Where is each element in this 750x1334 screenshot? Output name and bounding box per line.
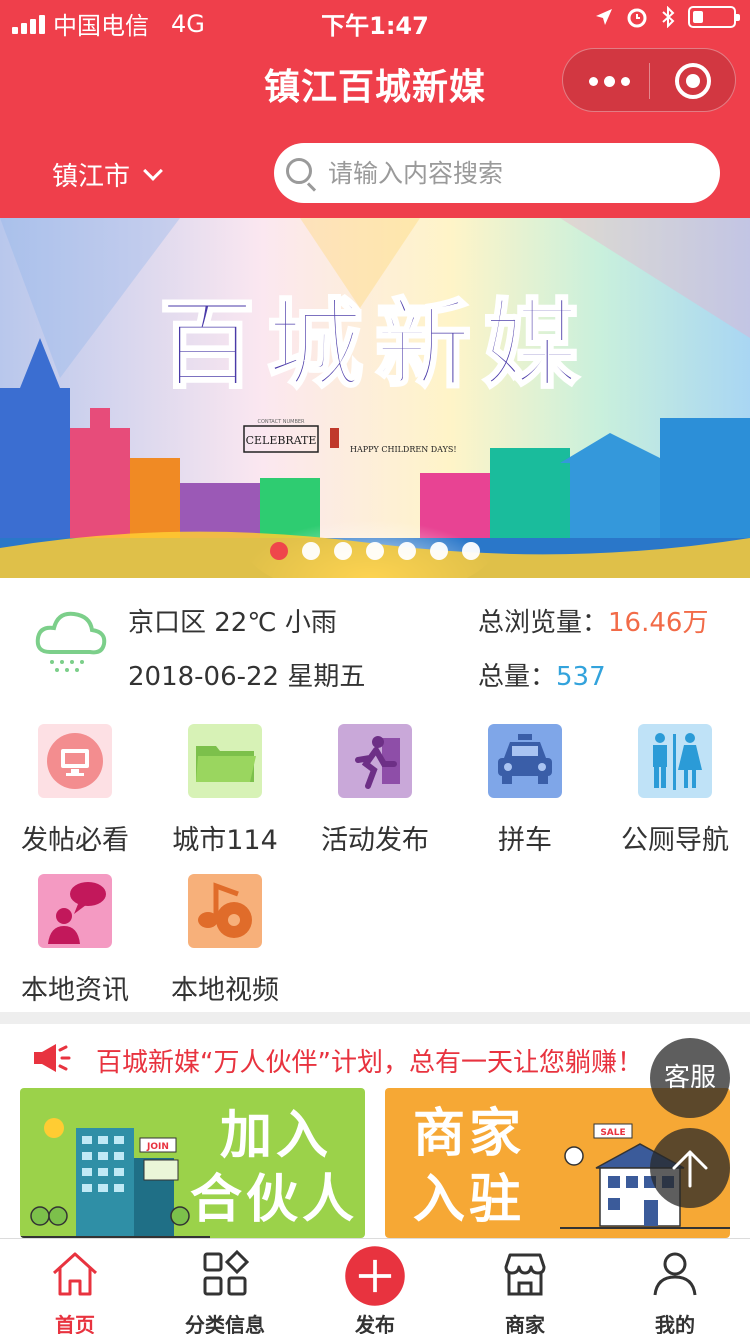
category-label: 本地视频 bbox=[171, 975, 279, 1006]
tab-label: 分类信息 bbox=[185, 1313, 265, 1334]
join-line2: 合伙人 bbox=[190, 1170, 359, 1230]
notice-text: 百城新媒“万人伙伴”计划，总有一天让您躺赚！ bbox=[96, 1048, 643, 1078]
tab-label: 我的 bbox=[655, 1313, 695, 1334]
chevron-down-icon bbox=[143, 160, 163, 181]
merchant-line1: 商家 bbox=[413, 1104, 526, 1164]
arrow-up-icon bbox=[672, 1150, 708, 1188]
runner-icon bbox=[338, 724, 412, 798]
sale-tag: SALE bbox=[600, 1128, 625, 1138]
music-icon bbox=[188, 874, 262, 948]
banner-carousel[interactable]: 百城新媒 CELEBRATE CONTACT NUMBER HAPPY CHIL… bbox=[0, 218, 750, 578]
back-to-top-button[interactable] bbox=[650, 1128, 730, 1208]
carousel-dot[interactable] bbox=[462, 542, 480, 560]
views-stat: 总浏览量：16.46万 bbox=[478, 602, 708, 639]
weather-text: 京口区 22℃ 小雨 bbox=[128, 608, 337, 638]
banner-tag: CELEBRATE bbox=[246, 434, 317, 447]
user-icon bbox=[653, 1252, 697, 1296]
tab-label: 首页 bbox=[55, 1313, 95, 1334]
tab-merchants[interactable]: 商家 bbox=[450, 1239, 600, 1334]
banner-image: 百城新媒 CELEBRATE CONTACT NUMBER HAPPY CHIL… bbox=[0, 218, 750, 578]
views-label: 总浏览量： bbox=[478, 608, 609, 638]
alarm-icon bbox=[627, 8, 647, 28]
restroom-icon bbox=[638, 724, 712, 798]
banner-title-art: 百城新媒 bbox=[159, 289, 591, 401]
date-text: 2018-06-22 星期五 bbox=[128, 662, 366, 692]
search-icon bbox=[286, 158, 312, 184]
category-label: 活动发布 bbox=[321, 825, 429, 856]
tab-home[interactable]: 首页 bbox=[0, 1239, 150, 1334]
category-local-news[interactable]: 本地资讯 bbox=[0, 862, 150, 1012]
category-posting-guide[interactable]: 发帖必看 bbox=[0, 712, 150, 862]
tab-categories[interactable]: 分类信息 bbox=[150, 1239, 300, 1334]
plus-icon bbox=[345, 1246, 405, 1306]
battery-icon bbox=[688, 6, 740, 28]
notice-bar[interactable]: 百城新媒“万人伙伴”计划，总有一天让您躺赚！ bbox=[0, 1024, 750, 1090]
join-tag: JOIN bbox=[146, 1142, 169, 1152]
status-bar: 中国电信 4G 下午1:47 bbox=[0, 0, 750, 40]
status-right bbox=[594, 6, 740, 28]
more-icon[interactable] bbox=[589, 76, 630, 87]
category-local-video[interactable]: 本地视频 bbox=[150, 862, 300, 1012]
banner-subtitle: HAPPY CHILDREN DAYS! bbox=[350, 445, 457, 454]
views-value: 16.46万 bbox=[608, 608, 709, 638]
tab-label: 商家 bbox=[505, 1313, 545, 1334]
carousel-dots bbox=[270, 542, 480, 560]
tab-bar: 首页 分类信息 发布 商家 我的 bbox=[0, 1238, 750, 1334]
city-selector[interactable]: 镇江市 bbox=[52, 156, 163, 193]
carousel-dot[interactable] bbox=[398, 542, 416, 560]
category-label: 城市114 bbox=[172, 825, 278, 856]
home-icon bbox=[52, 1252, 98, 1296]
tab-profile[interactable]: 我的 bbox=[600, 1239, 750, 1334]
car-icon bbox=[488, 724, 562, 798]
tab-label: 发布 bbox=[355, 1313, 395, 1334]
section-divider bbox=[0, 1012, 750, 1024]
join-partner-banner[interactable]: JOIN 加入 合伙人 bbox=[20, 1088, 365, 1238]
carousel-dot[interactable] bbox=[270, 542, 288, 560]
bluetooth-icon bbox=[662, 6, 675, 28]
category-restroom-nav[interactable]: 公厕导航 bbox=[600, 712, 750, 862]
search-bar[interactable] bbox=[274, 143, 720, 203]
store-icon bbox=[504, 1253, 546, 1296]
monitor-icon bbox=[38, 724, 112, 798]
category-carpool[interactable]: 拼车 bbox=[450, 712, 600, 862]
join-line1: 加入 bbox=[220, 1106, 333, 1166]
banner-tag-small: CONTACT NUMBER bbox=[257, 419, 305, 425]
close-mini-program-icon[interactable] bbox=[675, 63, 711, 99]
total-stat: 总量：537 bbox=[478, 656, 606, 693]
folder-icon bbox=[188, 724, 262, 798]
carousel-dot[interactable] bbox=[366, 542, 384, 560]
chat-user-icon bbox=[38, 874, 112, 948]
search-input[interactable] bbox=[328, 153, 698, 193]
category-grid: 发帖必看 城市114 活动发布 拼车 公厕导航 本地资讯 本地视频 bbox=[0, 712, 750, 1012]
location-arrow-icon bbox=[596, 9, 612, 25]
capsule-divider bbox=[649, 63, 650, 99]
category-city-114[interactable]: 城市114 bbox=[150, 712, 300, 862]
city-label: 镇江市 bbox=[52, 162, 131, 192]
carousel-dot[interactable] bbox=[334, 542, 352, 560]
total-value: 537 bbox=[556, 662, 606, 692]
category-event-publish[interactable]: 活动发布 bbox=[300, 712, 450, 862]
speaker-icon bbox=[34, 1044, 71, 1072]
category-label: 本地资讯 bbox=[21, 975, 129, 1006]
tab-publish[interactable]: 发布 bbox=[300, 1239, 450, 1334]
rain-cloud-icon bbox=[35, 611, 107, 672]
merchant-line2: 入驻 bbox=[413, 1170, 526, 1230]
category-label: 发帖必看 bbox=[21, 825, 129, 856]
mini-program-capsule bbox=[562, 48, 736, 112]
info-panel: 京口区 22℃ 小雨 2018-06-22 星期五 总浏览量：16.46万 总量… bbox=[0, 578, 750, 708]
carousel-dot[interactable] bbox=[430, 542, 448, 560]
carousel-dot[interactable] bbox=[302, 542, 320, 560]
total-label: 总量： bbox=[478, 662, 557, 692]
city-illustration: JOIN bbox=[20, 1118, 210, 1238]
header: 中国电信 4G 下午1:47 镇江百城新媒 镇江市 bbox=[0, 0, 750, 218]
page: 中国电信 4G 下午1:47 镇江百城新媒 镇江市 请输入内容搜索 百城新媒 C… bbox=[0, 0, 750, 1334]
category-label: 公厕导航 bbox=[621, 825, 729, 856]
category-icon bbox=[203, 1249, 250, 1296]
category-label: 拼车 bbox=[498, 825, 552, 856]
customer-service-button[interactable]: 客服 bbox=[650, 1038, 730, 1118]
